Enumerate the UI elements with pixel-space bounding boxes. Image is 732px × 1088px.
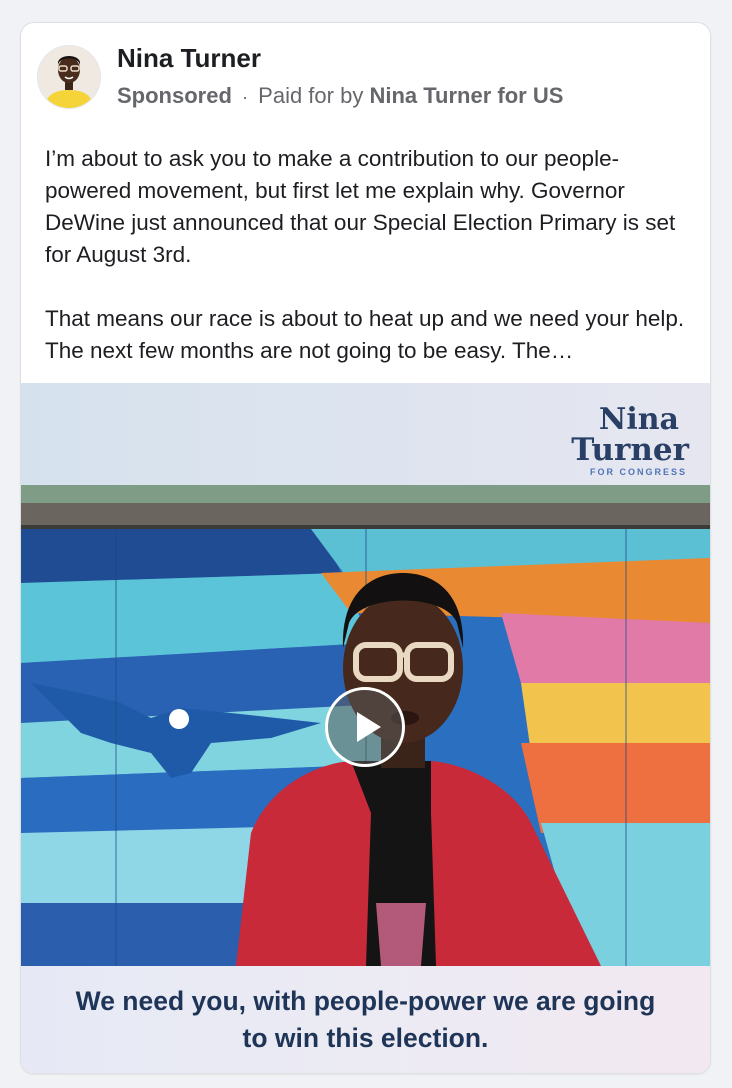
caption-line-2: to win this election. (242, 1023, 489, 1053)
logo-line-1: Nina (598, 402, 679, 437)
author-avatar[interactable] (37, 45, 101, 109)
post-paragraph-2: That means our race is about to heat up … (45, 306, 685, 363)
sponsored-meta: Sponsored · Paid for by Nina Turner for … (117, 83, 563, 109)
post-text: I’m about to ask you to make a contribut… (45, 143, 685, 367)
avatar-image (38, 46, 100, 108)
play-icon (357, 712, 381, 742)
caption-line-1: We need you, with people-power we are go… (75, 986, 656, 1016)
campaign-logo: Nina Turner FOR CONGRESS (569, 402, 689, 478)
post-paragraph-1: I’m about to ask you to make a contribut… (45, 146, 676, 267)
logo-line-3: FOR CONGRESS (589, 467, 687, 477)
video-player[interactable]: Nina Turner FOR CONGRESS We need you, wi… (21, 383, 710, 1073)
meta-separator: · (242, 87, 249, 107)
logo-line-2: Turner (571, 432, 689, 468)
author-name[interactable]: Nina Turner (117, 43, 261, 74)
sponsored-post-card: Nina Turner Sponsored · Paid for by Nina… (20, 22, 711, 1074)
video-caption: We need you, with people-power we are go… (21, 966, 710, 1073)
paid-for-prefix: Paid for by (258, 83, 364, 108)
sponsored-label[interactable]: Sponsored (117, 83, 232, 108)
play-button[interactable] (325, 687, 405, 767)
payer-name[interactable]: Nina Turner for US (369, 83, 563, 108)
post-header: Nina Turner Sponsored · Paid for by Nina… (21, 23, 710, 118)
